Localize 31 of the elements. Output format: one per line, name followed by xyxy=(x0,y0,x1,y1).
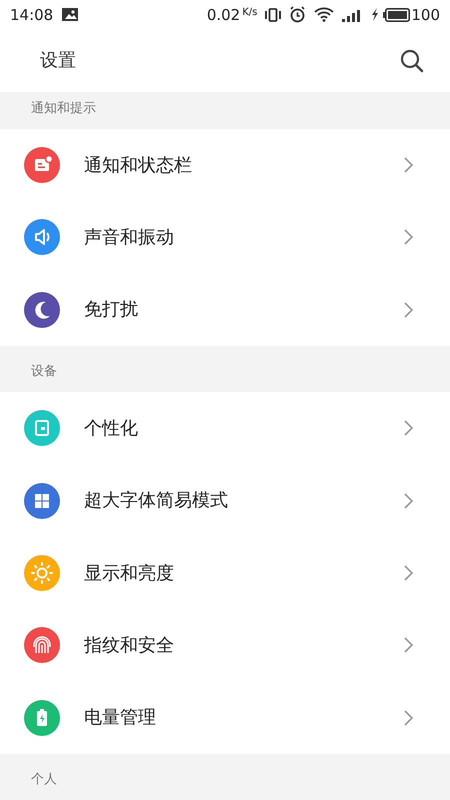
vibrate-icon xyxy=(265,8,282,22)
chevron-icon xyxy=(404,157,413,174)
row-label: 指纹和安全 xyxy=(84,634,175,658)
row-label: 超大字体简易模式 xyxy=(84,489,229,514)
battery-icon xyxy=(383,8,410,22)
chevron-icon xyxy=(404,637,413,654)
charging-icon xyxy=(371,8,380,22)
row-label: 通知和状态栏 xyxy=(84,154,193,178)
row-label: 电量管理 xyxy=(84,706,157,730)
chevron-icon xyxy=(404,229,413,246)
chevron-icon xyxy=(404,710,413,726)
image-notification-icon xyxy=(62,8,78,22)
chevron-icon xyxy=(404,565,413,582)
status-time: 14:08 xyxy=(10,4,54,26)
network-speed: 0.02 xyxy=(206,4,240,26)
chevron-icon xyxy=(404,302,413,318)
wifi-icon xyxy=(314,7,334,22)
section-header: 个人 xyxy=(31,770,57,789)
row-label: 声音和振动 xyxy=(84,226,175,250)
page-title: 设置 xyxy=(40,49,77,74)
battery-percent: 100 xyxy=(411,4,440,26)
chevron-icon xyxy=(404,420,413,436)
row-label: 免打扰 xyxy=(84,298,139,322)
speed-unit: K/s xyxy=(242,6,258,20)
section-header: 通知和提示 xyxy=(31,100,96,118)
search-icon[interactable] xyxy=(400,48,424,73)
row-label: 个性化 xyxy=(84,416,139,441)
section-header: 设备 xyxy=(31,362,57,381)
alarm-icon xyxy=(289,6,306,24)
row-label: 显示和亮度 xyxy=(84,562,175,586)
chevron-icon xyxy=(404,492,413,509)
